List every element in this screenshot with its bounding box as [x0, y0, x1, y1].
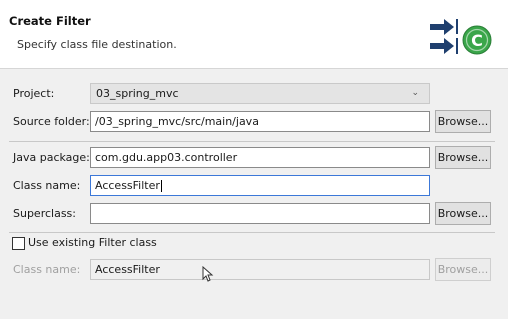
use-existing-checkbox[interactable]: [12, 237, 25, 250]
separator: [9, 141, 495, 142]
java-package-field[interactable]: com.gdu.app03.controller: [90, 147, 430, 168]
superclass-label: Superclass:: [13, 207, 76, 220]
source-folder-browse-button[interactable]: Browse...: [435, 110, 491, 133]
text-caret: [160, 180, 162, 192]
existing-class-name-value: AccessFilter: [95, 263, 160, 276]
filter-form: Project: 03_spring_mvc ⌄ Source folder: …: [0, 69, 508, 319]
superclass-field[interactable]: [90, 203, 430, 224]
wizard-title: Create Filter: [9, 14, 91, 28]
superclass-browse-button[interactable]: Browse...: [435, 202, 491, 225]
existing-class-name-label: Class name:: [13, 263, 81, 276]
project-label: Project:: [13, 87, 55, 100]
mouse-pointer-icon: [202, 266, 214, 282]
new-filter-wizard-icon: C: [430, 19, 492, 55]
separator: [9, 232, 495, 233]
existing-class-name-field[interactable]: AccessFilter: [90, 259, 430, 280]
java-package-value: com.gdu.app03.controller: [95, 151, 238, 164]
source-folder-field[interactable]: /03_spring_mvc/src/main/java: [90, 111, 430, 132]
wizard-description: Specify class file destination.: [17, 38, 177, 51]
class-name-value: AccessFilter: [95, 179, 160, 192]
source-folder-value: /03_spring_mvc/src/main/java: [95, 115, 259, 128]
source-folder-label: Source folder:: [13, 115, 90, 128]
class-name-field[interactable]: AccessFilter: [90, 175, 430, 196]
project-value: 03_spring_mvc: [96, 87, 179, 100]
java-package-label: Java package:: [13, 151, 90, 164]
project-combo[interactable]: 03_spring_mvc ⌄: [90, 83, 430, 104]
svg-text:C: C: [471, 31, 483, 50]
existing-class-browse-button[interactable]: Browse...: [435, 258, 491, 281]
chevron-down-icon: ⌄: [411, 88, 419, 98]
java-package-browse-button[interactable]: Browse...: [435, 146, 491, 169]
use-existing-label[interactable]: Use existing Filter class: [28, 236, 157, 249]
class-name-label: Class name:: [13, 179, 81, 192]
wizard-header: Create Filter Specify class file destina…: [0, 0, 508, 69]
